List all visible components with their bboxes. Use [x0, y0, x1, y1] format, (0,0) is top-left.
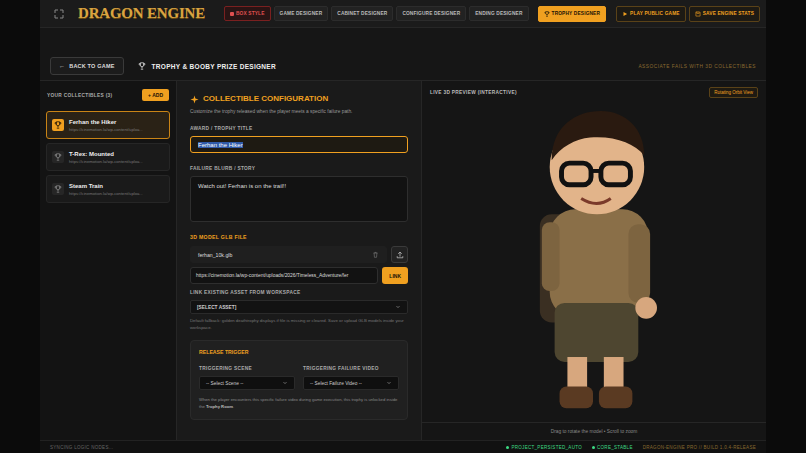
sidebar-item[interactable]: Ferhan the Hiker https://cinemotion.la/wp… — [46, 111, 170, 139]
item-badge — [52, 183, 64, 195]
page-title: TROPHY & BOOBY PRIZE DESIGNER — [152, 63, 276, 70]
asset-select[interactable]: [SELECT ASSET] — [190, 300, 408, 314]
preview-panel: LIVE 3D PREVIEW (INTERACTIVE) Rotating Or… — [422, 81, 766, 440]
app-frame: DRAGON ENGINEBOX STYLEGAME DESIGNERCABIN… — [0, 0, 806, 453]
sub-header: ←BACK TO GAME TROPHY & BOOBY PRIZE DESIGN… — [40, 28, 766, 80]
config-panel: COLLECTIBLE CONFIGURATION Customize the t… — [177, 81, 422, 440]
chevron-icon — [386, 380, 392, 386]
field-label: TRIGGERING FAILURE VIDEO — [303, 365, 399, 372]
file-row: ferhan_10k.glb — [190, 246, 408, 263]
nav-button[interactable]: TROPHY DESIGNER — [538, 6, 607, 22]
section-label: 3D MODEL GLB FILE — [190, 234, 408, 241]
status-text: SYNCING LOGIC NODES... — [50, 445, 113, 450]
field-label: AWARD / TROPHY TITLE — [190, 125, 408, 132]
item-badge — [52, 151, 64, 163]
back-button[interactable]: ←BACK TO GAME — [50, 57, 124, 75]
field-label: FAILURE BLURB / STORY — [190, 165, 408, 172]
trophy-icon — [54, 121, 62, 129]
hiker-model-icon — [519, 106, 669, 421]
url-input[interactable]: https://cinemotion.la/wp-content/uploads… — [190, 267, 378, 284]
status-bar: SYNCING LOGIC NODES... PROJECT_PERSISTED_… — [40, 440, 766, 453]
upload-button[interactable] — [391, 246, 408, 263]
nav-button[interactable]: GAME DESIGNER — [274, 6, 329, 21]
save-icon — [695, 11, 701, 17]
play-icon — [622, 11, 628, 17]
status-item: PROJECT_PERSISTED_AUTO — [506, 445, 582, 450]
item-url: https://cinemotion.la/wp-content/uploa..… — [69, 159, 143, 164]
item-title: T-Rex: Mounted — [69, 151, 143, 157]
config-heading: COLLECTIBLE CONFIGURATION — [190, 93, 408, 105]
item-title: Ferhan the Hiker — [69, 119, 143, 125]
field-label: LINK EXISTING ASSET FROM WORKSPACE — [190, 289, 408, 296]
item-title: Steam Train — [69, 183, 143, 189]
trigger-heading: RELEASE TRIGGER — [199, 349, 399, 356]
nav-button[interactable]: CONFIGURE DESIGNER — [396, 6, 466, 21]
trigger-box: RELEASE TRIGGER TRIGGERING SCENE -- Select… — [190, 340, 408, 420]
status-dot — [592, 446, 595, 449]
sidebar: YOUR COLLECTIBLES (3) + ADD Ferhan the Hik… — [40, 81, 177, 440]
box-icon — [230, 12, 234, 16]
action-button[interactable]: SAVE ENGINE STATS — [689, 6, 760, 22]
status-item: CORE_STABLE — [592, 445, 633, 450]
sidebar-header: YOUR COLLECTIBLES (3) + ADD — [46, 89, 170, 107]
logo: DRAGON ENGINE — [78, 5, 220, 22]
link-button[interactable]: LINK — [382, 267, 408, 284]
build-text: DRAGON-ENGINE PRO // BUILD 1.0.4-RELEASE — [643, 445, 756, 450]
sidebar-item[interactable]: Steam Train https://cinemotion.la/wp-cont… — [46, 175, 170, 203]
sidebar-item[interactable]: T-Rex: Mounted https://cinemotion.la/wp-c… — [46, 143, 170, 171]
preview-footer: Drag to rotate the model • Scroll to zoo… — [422, 422, 766, 440]
trophy-icon — [54, 153, 62, 161]
chevron-icon — [395, 304, 401, 310]
scene-select[interactable]: -- Select Scene -- — [199, 376, 295, 390]
title-input[interactable]: Ferhan the Hiker — [190, 136, 408, 153]
preview-badge: Rotating Orbit View — [709, 87, 758, 98]
actions: PLAY PUBLIC GAMESAVE ENGINE STATS — [616, 6, 760, 22]
top-bar: DRAGON ENGINEBOX STYLEGAME DESIGNERCABIN… — [40, 0, 766, 28]
trophy-icon — [138, 62, 146, 70]
add-button[interactable]: + ADD — [142, 89, 169, 101]
trophy-icon — [544, 11, 550, 17]
trash-icon[interactable] — [372, 251, 379, 258]
app: DRAGON ENGINEBOX STYLEGAME DESIGNERCABIN… — [40, 0, 766, 453]
status-dot — [506, 446, 509, 449]
tagline: ASSOCIATE FAILS WITH 3D COLLECTIBLES — [638, 64, 756, 69]
sparkle-icon — [190, 95, 199, 104]
action-button[interactable]: PLAY PUBLIC GAME — [616, 6, 686, 22]
chevron-icon — [282, 380, 288, 386]
hint-text: Default fallback: golden deathtrophy dis… — [190, 318, 408, 331]
nav: BOX STYLEGAME DESIGNERCABINET DESIGNERCO… — [224, 6, 606, 22]
item-badge — [52, 119, 64, 131]
trigger-note: When the player encounters this specific… — [199, 397, 399, 410]
upload-icon — [396, 251, 404, 259]
config-subtitle: Customize the trophy released when the p… — [190, 108, 408, 115]
nav-button[interactable]: CABINET DESIGNER — [331, 6, 393, 21]
model-viewport[interactable] — [422, 104, 766, 422]
preview-label: LIVE 3D PREVIEW (INTERACTIVE) — [430, 90, 517, 95]
file-field[interactable]: ferhan_10k.glb — [190, 246, 387, 263]
item-url: https://cinemotion.la/wp-content/uploa..… — [69, 127, 143, 132]
nav-button[interactable]: BOX STYLE — [224, 6, 271, 21]
blurb-textarea[interactable]: Watch out! Ferhan is on the trail!! — [190, 176, 408, 222]
video-select[interactable]: -- Select Failure Video -- — [303, 376, 399, 390]
url-row: https://cinemotion.la/wp-content/uploads… — [190, 267, 408, 284]
item-url: https://cinemotion.la/wp-content/uploa..… — [69, 191, 143, 196]
workspace: YOUR COLLECTIBLES (3) + ADD Ferhan the Hik… — [40, 80, 766, 440]
nav-button[interactable]: ENDING DESIGNER — [469, 6, 528, 21]
field-label: TRIGGERING SCENE — [199, 365, 295, 372]
sidebar-title: YOUR COLLECTIBLES (3) — [47, 93, 112, 98]
trophy-icon — [54, 185, 62, 193]
expand-icon[interactable] — [54, 9, 64, 19]
